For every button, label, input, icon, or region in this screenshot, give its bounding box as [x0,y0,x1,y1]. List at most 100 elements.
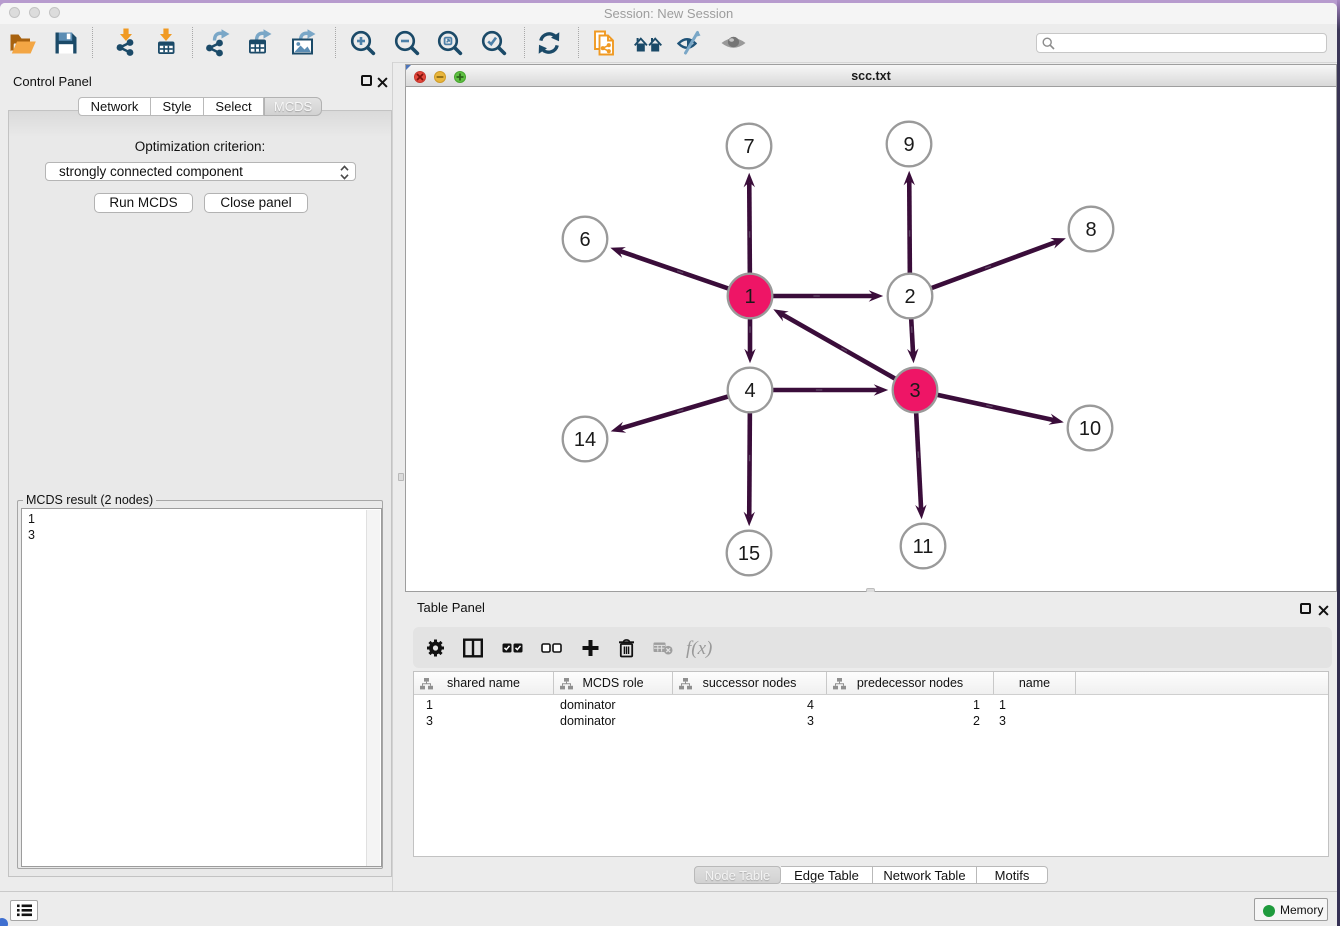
column-header-shared-name[interactable]: shared name [414,672,554,694]
node-15[interactable]: 15 [727,531,772,576]
node-4[interactable]: 4 [728,368,773,413]
edge-3-1[interactable] [773,309,915,390]
open-session-icon[interactable] [7,28,37,58]
node-9[interactable]: 9 [887,122,932,167]
refresh-icon[interactable] [534,28,564,58]
select-chevrons-icon [340,165,349,180]
node-8[interactable]: 8 [1069,207,1114,252]
deselect-all-icon[interactable] [541,643,562,653]
export-network-icon[interactable] [203,28,233,58]
clone-network-icon[interactable] [589,28,619,58]
main-toolbar [0,24,1337,63]
edge-label [816,389,822,390]
node-11[interactable]: 11 [901,524,946,569]
import-table-icon[interactable] [151,28,181,58]
delete-column-icon[interactable] [618,638,635,657]
zoom-out-icon[interactable] [392,28,422,58]
node-10[interactable]: 10 [1068,406,1113,451]
save-session-icon[interactable] [51,28,81,58]
import-network-icon[interactable] [111,28,141,58]
tab-network[interactable]: Network [78,97,151,116]
node-1[interactable]: 1 [728,274,773,319]
network-canvas[interactable]: 1 2 3 4 6 7 8 9 10 11 14 15 [405,87,1337,592]
node-label: 3 [909,380,920,402]
table-row[interactable]: 1dominator411 [414,698,1328,714]
criterion-select[interactable]: strongly connected component [45,162,356,181]
table-cell: 4 [673,698,827,714]
table-float-panel-icon[interactable] [1300,603,1311,614]
zoom-fit-icon[interactable] [435,28,465,58]
column-header-MCDS-role[interactable]: MCDS role [554,672,673,694]
show-all-icon[interactable] [720,28,750,58]
run-mcds-button[interactable]: Run MCDS [94,193,193,213]
node-label: 11 [913,536,934,558]
zoom-selected-icon[interactable] [479,28,509,58]
node-table: shared nameMCDS rolesuccessor nodesprede… [413,671,1329,857]
zoom-in-icon[interactable] [348,28,378,58]
toolbar-separator [578,27,579,58]
network-graph[interactable]: 1 2 3 4 6 7 8 9 10 11 14 15 [406,87,1336,590]
table-row[interactable]: 3dominator323 [414,714,1328,730]
tab-node-table[interactable]: Node Table [694,866,781,884]
column-header-predecessor-nodes[interactable]: predecessor nodes [827,672,994,694]
tab-mcds[interactable]: MCDS [264,97,322,116]
memory-status-icon [1263,905,1275,917]
vertical-splitter-handle[interactable] [398,473,404,481]
mcds-result-items: 1 3 [28,511,35,543]
mcds-tab-content: Optimization criterion: strongly connect… [8,110,392,877]
toolbar-separator [92,27,93,58]
select-all-icon[interactable] [502,643,523,653]
add-column-icon[interactable] [582,639,599,656]
close-panel-button[interactable]: Close panel [204,193,308,213]
mcds-result-scrollbar[interactable] [366,510,380,866]
delete-table-icon[interactable] [653,641,673,655]
table-toolbar: f(x) [413,627,1332,668]
table-panel: Table Panel f(x) shared nameMCDS rolesuc… [405,592,1337,894]
export-table-icon[interactable] [245,28,275,58]
macos-titlebar: Session: New Session [0,3,1337,25]
node-label: 1 [744,286,755,308]
tab-motifs[interactable]: Motifs [977,866,1048,884]
table-panel-title: Table Panel [417,600,485,615]
node-3[interactable]: 3 [893,368,938,413]
tab-style[interactable]: Style [151,97,204,116]
memory-button[interactable]: Memory [1254,898,1328,921]
tab-edge-table[interactable]: Edge Table [781,866,873,884]
settings-gear-icon[interactable] [427,639,444,656]
node-14[interactable]: 14 [563,417,608,462]
export-image-icon[interactable] [289,28,319,58]
node-label: 7 [743,136,754,158]
network-window-titlebar[interactable]: scc.txt [405,64,1337,87]
screen: Session: New Session Control Panel Netwo… [0,0,1340,926]
table-cell: dominator [554,698,673,714]
column-header-name[interactable]: name [994,672,1076,694]
network-view-window: scc.txt [405,64,1337,592]
tab-select[interactable]: Select [204,97,264,116]
close-panel-icon[interactable] [377,75,388,86]
tab-network-table[interactable]: Network Table [873,866,977,884]
node-6[interactable]: 6 [563,217,608,262]
task-history-button[interactable] [10,900,38,921]
node-label: 10 [1079,418,1101,440]
table-close-panel-icon[interactable] [1318,603,1329,614]
hide-selected-icon[interactable] [676,28,706,58]
node-7[interactable]: 7 [727,124,772,169]
edge-label [749,326,750,332]
node-label: 2 [904,286,915,308]
status-bar: Memory [0,891,1337,926]
edge-label [909,230,910,236]
edge-2-8[interactable] [910,238,1066,296]
criterion-value: strongly connected component [59,164,243,179]
first-neighbors-icon[interactable] [633,28,663,58]
function-builder-icon[interactable]: f(x) [684,637,722,659]
float-panel-icon[interactable] [361,75,372,86]
node-label: 15 [738,543,760,565]
column-header-successor-nodes[interactable]: successor nodes [673,672,827,694]
split-view-icon[interactable] [463,638,483,657]
node-2[interactable]: 2 [888,274,933,319]
node-label: 9 [903,134,914,156]
table-cell: 3 [414,714,554,730]
search-input[interactable] [1036,33,1327,53]
mcds-result-list[interactable]: 1 3 [21,508,382,867]
table-cell: dominator [554,714,673,730]
